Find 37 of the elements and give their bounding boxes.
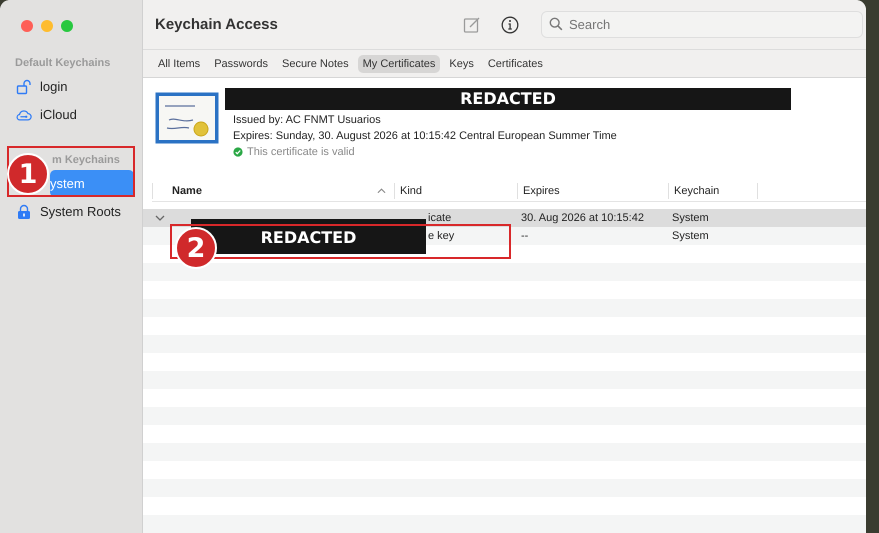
- column-header[interactable]: Name: [152, 183, 394, 200]
- tab[interactable]: Keys: [444, 54, 479, 73]
- tab[interactable]: Secure Notes: [276, 54, 354, 73]
- table-cell[interactable]: --: [517, 227, 668, 245]
- table-cell[interactable]: System: [668, 227, 758, 245]
- redaction-bar: REDACTED: [225, 88, 791, 110]
- table-cell[interactable]: e key: [427, 227, 517, 245]
- expiry-text: Expires: Sunday, 30. August 2026 at 10:15:42 Central European Summer Time: [233, 129, 618, 144]
- tab[interactable]: Certificates: [482, 54, 548, 73]
- sidebar-item[interactable]: login: [8, 73, 134, 100]
- status-text: This certificate is valid: [247, 145, 355, 160]
- column-header[interactable]: Keychain: [668, 183, 758, 200]
- close-button[interactable]: [21, 20, 33, 32]
- certificate-icon: [155, 92, 219, 144]
- info-icon[interactable]: [501, 16, 519, 34]
- tab[interactable]: All Items: [153, 54, 206, 73]
- search-field[interactable]: Search: [541, 11, 863, 38]
- disclosure-chevron-icon[interactable]: [155, 215, 165, 221]
- table-cell[interactable]: icate: [427, 209, 517, 227]
- padlock-icon: [16, 204, 32, 220]
- tab[interactable]: Passwords: [209, 54, 273, 73]
- minimize-button[interactable]: [41, 20, 53, 32]
- tab[interactable]: My Certificates: [358, 54, 440, 73]
- compose-icon[interactable]: [463, 16, 481, 34]
- zoom-button[interactable]: [61, 20, 73, 32]
- sidebar-heading: m Keychains: [52, 154, 120, 166]
- sidebar-heading: Default Keychains: [15, 57, 110, 69]
- unlocked-padlock-icon: [16, 78, 32, 94]
- window-title: Keychain Access: [155, 16, 279, 34]
- issuer-text: Issued by: AC FNMT Usuarios: [233, 113, 382, 128]
- sidebar-item[interactable]: iCloud: [8, 101, 134, 128]
- column-header[interactable]: Kind: [394, 183, 517, 200]
- table-cell[interactable]: 30. Aug 2026 at 10:15:42: [517, 209, 668, 227]
- sidebar-item[interactable]: System Roots: [8, 198, 134, 225]
- search-icon: [549, 17, 563, 32]
- table-cell[interactable]: System: [668, 209, 758, 227]
- column-header[interactable]: Expires: [517, 183, 668, 200]
